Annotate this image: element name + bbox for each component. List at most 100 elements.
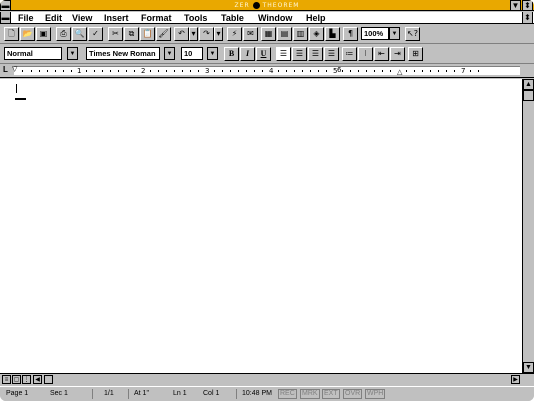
horizontal-scrollbar[interactable]: ≡ ▢ ⋮ ◀ ▶ xyxy=(0,373,534,385)
menu-help[interactable]: Help xyxy=(306,12,326,24)
ruler-tick xyxy=(366,70,367,72)
ruler-tick xyxy=(86,70,87,72)
ruler-tick xyxy=(118,70,119,72)
ruler-tick xyxy=(414,70,415,72)
copy-button[interactable]: ⧉ xyxy=(124,27,139,41)
numbering-button[interactable]: ≔ xyxy=(342,47,357,61)
help-button[interactable]: ↖? xyxy=(405,27,420,41)
menu-tools[interactable]: Tools xyxy=(184,12,207,24)
minimize-button[interactable]: ▼ xyxy=(510,0,521,11)
spelling-button[interactable]: ✓ xyxy=(88,27,103,41)
page-layout-icon: ▢ xyxy=(13,377,20,383)
insert-frame-button[interactable]: ◈ xyxy=(309,27,324,41)
menu-edit[interactable]: Edit xyxy=(45,12,62,24)
vertical-scrollbar[interactable]: ▲ ▼ xyxy=(522,79,534,373)
menu-window[interactable]: Window xyxy=(258,12,292,24)
redo-dropdown-button[interactable]: ▾ xyxy=(214,27,223,41)
menu-file[interactable]: File xyxy=(18,12,34,24)
style-control[interactable]: Normal xyxy=(4,47,62,60)
status-ovr[interactable]: OVR xyxy=(343,389,363,399)
align-right-button[interactable]: ☰ xyxy=(308,47,323,61)
show-hide-button[interactable]: ¶ xyxy=(343,27,358,41)
insert-address-button[interactable]: ✉ xyxy=(243,27,258,41)
status-mrk[interactable]: MRK xyxy=(300,389,320,399)
first-line-indent-marker-icon[interactable]: ▽ xyxy=(12,65,17,73)
align-left-icon: ☰ xyxy=(279,49,288,58)
normal-view-button[interactable]: ≡ xyxy=(2,375,11,384)
minimize-icon: ▼ xyxy=(511,0,520,10)
open-button[interactable]: 📂 xyxy=(20,27,35,41)
ruler-tick xyxy=(63,70,64,72)
font-dropdown-button[interactable]: ▼ xyxy=(164,47,175,60)
autoformat-icon: ⚡ xyxy=(231,29,238,38)
document-area[interactable] xyxy=(0,79,522,373)
increase-indent-button[interactable]: ⇥ xyxy=(390,47,405,61)
menu-format[interactable]: Format xyxy=(141,12,172,24)
insert-excel-button[interactable]: ▤ xyxy=(277,27,292,41)
window-title: ZER THEOREM xyxy=(0,0,534,11)
format-painter-button[interactable]: 🖌 xyxy=(156,27,171,41)
undo-dropdown-button[interactable]: ▾ xyxy=(189,27,198,41)
page-layout-view-button[interactable]: ▢ xyxy=(12,375,21,384)
title-logo-icon xyxy=(252,2,260,9)
zoom-dropdown-button[interactable]: ▼ xyxy=(389,27,400,40)
underline-button[interactable]: U xyxy=(256,47,271,61)
print-button[interactable]: ⎙ xyxy=(56,27,71,41)
right-indent-marker-icon[interactable]: △ xyxy=(397,68,402,76)
autoformat-button[interactable]: ⚡ xyxy=(227,27,242,41)
insert-table-button[interactable]: ▦ xyxy=(261,27,276,41)
print-preview-button[interactable]: 🔍 xyxy=(72,27,87,41)
columns-button[interactable]: ▥ xyxy=(293,27,308,41)
align-left-button[interactable]: ☰ xyxy=(276,47,291,61)
hscroll-thumb[interactable] xyxy=(44,375,53,384)
borders-button[interactable]: ⊞ xyxy=(408,47,423,61)
ruler-tick xyxy=(382,70,383,72)
scroll-right-button[interactable]: ▶ xyxy=(511,375,520,384)
ruler-tick xyxy=(446,70,447,72)
document-restore-button[interactable]: ⬍ xyxy=(522,12,533,24)
ruler-tick xyxy=(110,70,111,72)
save-button[interactable]: ▣ xyxy=(36,27,51,41)
ruler-tick xyxy=(214,70,215,72)
tab-selector-icon[interactable]: L xyxy=(3,65,8,74)
ruler-tick xyxy=(390,70,391,72)
bold-button[interactable]: B xyxy=(224,47,239,61)
style-dropdown-button[interactable]: ▼ xyxy=(67,47,78,60)
insert-chart-button[interactable]: ▙ xyxy=(325,27,340,41)
ruler-tick xyxy=(22,70,23,72)
bullets-button[interactable]: ⁝ xyxy=(358,47,373,61)
font-size-dropdown-button[interactable]: ▼ xyxy=(207,47,218,60)
document-control-menu-button[interactable]: ▬ xyxy=(0,12,11,24)
status-wph[interactable]: WPH xyxy=(365,389,386,399)
status-at: At 1" xyxy=(134,390,149,397)
menu-view[interactable]: View xyxy=(72,12,92,24)
outline-view-button[interactable]: ⋮ xyxy=(22,375,31,384)
borders-icon: ⊞ xyxy=(412,49,419,58)
ruler-tick xyxy=(126,70,127,72)
scroll-up-button[interactable]: ▲ xyxy=(523,79,534,90)
zoom-control[interactable]: 100% xyxy=(361,27,389,40)
status-ext[interactable]: EXT xyxy=(322,389,340,399)
font-control[interactable]: Times New Roman xyxy=(86,47,160,60)
decrease-indent-button[interactable]: ⇤ xyxy=(374,47,389,61)
restore-button[interactable]: ⬍ xyxy=(522,0,533,11)
status-rec[interactable]: REC xyxy=(278,389,297,399)
ruler-tick xyxy=(254,70,255,72)
font-size-control[interactable]: 10 xyxy=(181,47,203,60)
menu-table[interactable]: Table xyxy=(221,12,244,24)
cut-button[interactable]: ✂ xyxy=(108,27,123,41)
undo-button[interactable]: ↶ xyxy=(174,27,189,41)
paste-button[interactable]: 📋 xyxy=(140,27,155,41)
redo-button[interactable]: ↷ xyxy=(199,27,214,41)
ruler[interactable]: L ▽ △ 1 2 3 4 5 7 6 xyxy=(0,64,534,78)
status-column: Col 1 xyxy=(203,390,220,397)
italic-button[interactable]: I xyxy=(240,47,255,61)
normal-view-icon: ≡ xyxy=(4,376,9,383)
scroll-left-button[interactable]: ◀ xyxy=(33,375,42,384)
scroll-thumb[interactable] xyxy=(523,90,534,101)
scroll-down-button[interactable]: ▼ xyxy=(523,362,534,373)
menu-insert[interactable]: Insert xyxy=(104,12,129,24)
new-document-button[interactable]: 🗋 xyxy=(4,27,19,41)
align-center-button[interactable]: ☰ xyxy=(292,47,307,61)
justify-button[interactable]: ☰ xyxy=(324,47,339,61)
